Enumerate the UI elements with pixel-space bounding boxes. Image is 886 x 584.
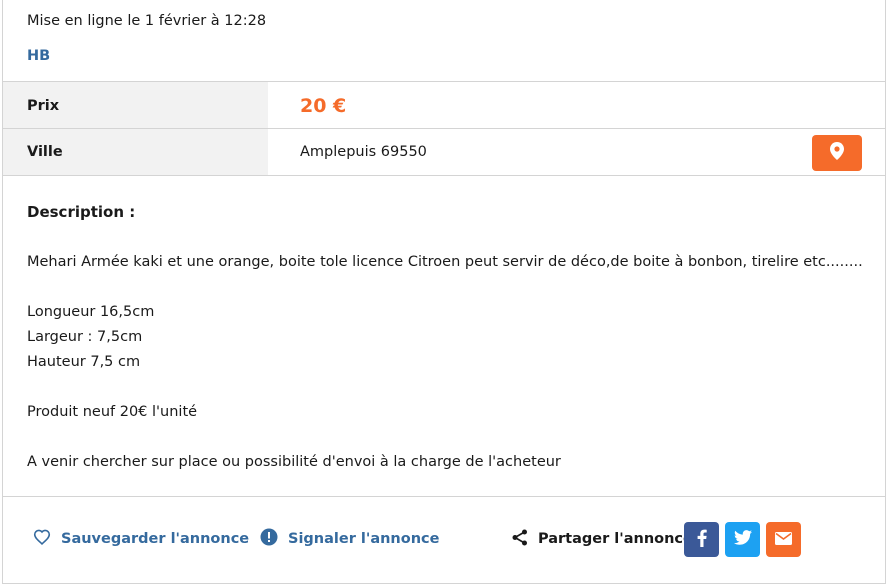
description-line: A venir chercher sur place ou possibilit…: [27, 454, 561, 470]
description-line: [27, 425, 863, 450]
price-label: Prix: [3, 82, 268, 129]
save-ad-button[interactable]: Sauvegarder l'annonce: [33, 522, 249, 556]
alert-icon: [260, 528, 278, 550]
posted-date: Mise en ligne le 1 février à 12:28: [27, 13, 267, 29]
facebook-share-button[interactable]: [684, 522, 719, 557]
description-line: [27, 275, 863, 300]
listing-card: Mise en ligne le 1 février à 12:28 HB Pr…: [2, 0, 886, 584]
report-ad-button[interactable]: Signaler l'annonce: [260, 522, 439, 556]
description-line: Largeur : 7,5cm: [27, 329, 143, 345]
share-label: Partager l'annonce: [538, 531, 693, 547]
twitter-share-button[interactable]: [725, 522, 760, 557]
description-line: Hauteur 7,5 cm: [27, 354, 141, 370]
city-row: Ville Amplepuis 69550: [3, 128, 885, 176]
city-value: Amplepuis 69550: [300, 144, 427, 160]
description-line: Produit neuf 20€ l'unité: [27, 404, 198, 420]
price-value: 20 €: [300, 94, 347, 117]
share-icon: [512, 529, 528, 550]
description-line: Mehari Armée kaki et une orange, boite t…: [27, 254, 863, 270]
description-title: Description :: [27, 203, 136, 221]
seller-name[interactable]: HB: [27, 48, 50, 64]
email-share-button[interactable]: [766, 522, 801, 557]
description-line: [27, 375, 863, 400]
share-section: Partager l'annonce: [512, 522, 693, 556]
description-line: Longueur 16,5cm: [27, 304, 155, 320]
heart-icon: [33, 529, 51, 549]
mail-icon: [775, 530, 792, 549]
map-button[interactable]: [812, 135, 862, 171]
report-ad-label: Signaler l'annonce: [288, 531, 440, 547]
description-body: Mehari Armée kaki et une orange, boite t…: [27, 250, 863, 475]
city-label: Ville: [3, 129, 268, 175]
divider: [3, 496, 885, 497]
save-ad-label: Sauvegarder l'annonce: [61, 531, 250, 547]
price-row: Prix 20 €: [3, 81, 885, 129]
map-pin-icon: [830, 142, 844, 164]
facebook-icon: [697, 529, 707, 551]
twitter-icon: [733, 530, 752, 549]
